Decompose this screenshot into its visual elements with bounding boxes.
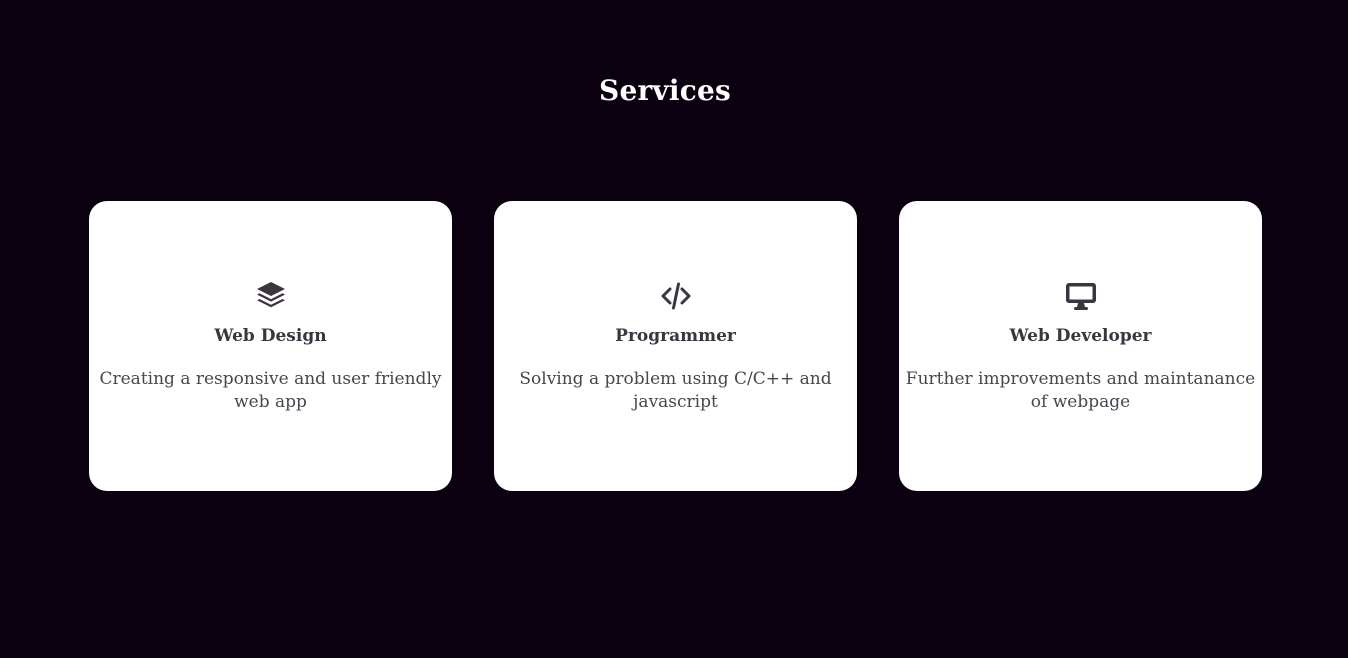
service-card-programmer[interactable]: Programmer Solving a problem using C/C++… (494, 201, 857, 491)
service-card-web-developer[interactable]: Web Developer Further improvements and m… (899, 201, 1262, 491)
section-title: Services (599, 74, 731, 107)
service-description: Creating a responsive and user friendly … (99, 369, 442, 412)
code-icon (659, 279, 693, 313)
service-description: Solving a problem using C/C++ and javasc… (519, 369, 832, 412)
layers-icon (254, 279, 288, 313)
service-title: Web Developer (1009, 326, 1152, 346)
service-description: Further improvements and maintanance of … (905, 369, 1256, 412)
service-title: Programmer (615, 326, 736, 346)
service-title: Web Design (214, 326, 327, 346)
services-section: Services Web Design Creating a responsiv… (0, 0, 1348, 658)
service-card-web-design[interactable]: Web Design Creating a responsive and use… (89, 201, 452, 491)
desktop-icon (1064, 279, 1098, 313)
services-cards: Web Design Creating a responsive and use… (89, 201, 1262, 491)
